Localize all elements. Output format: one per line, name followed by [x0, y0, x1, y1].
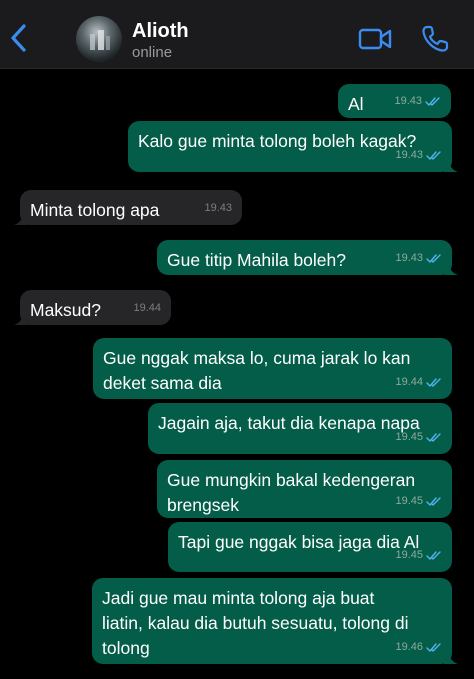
message-meta: 19.45	[395, 543, 442, 568]
message-text: Kalo gue minta tolong boleh kagak?	[138, 129, 416, 154]
message-meta: 19.44	[395, 370, 442, 395]
message-meta: 19.46	[395, 635, 442, 660]
message-time: 19.43	[395, 149, 423, 161]
outgoing-message[interactable]: Kalo gue minta tolong boleh kagak? 19.43	[128, 121, 452, 172]
message-text: Gue mungkin bakal kedengeran brengsek	[167, 468, 415, 518]
outgoing-message[interactable]: Tapi gue nggak bisa jaga dia Al 19.45	[168, 522, 452, 572]
read-receipt-icon	[426, 496, 441, 506]
message-line: deket sama dia	[103, 373, 222, 393]
message-meta: 19.45	[395, 425, 442, 450]
message-meta: 19.43	[394, 89, 441, 114]
outgoing-message[interactable]: Gue nggak maksa lo, cuma jarak lo kan dek…	[93, 338, 452, 399]
outgoing-message[interactable]: Gue mungkin bakal kedengeran brengsek 19.4…	[157, 460, 452, 518]
message-line: Gue mungkin bakal kedengeran	[167, 470, 416, 490]
chevron-left-icon[interactable]	[6, 22, 32, 54]
message-time: 19.45	[395, 495, 423, 507]
message-line: Gue titip Mahila boleh?	[167, 250, 346, 270]
bubble-tail	[14, 211, 28, 225]
read-receipt-icon	[426, 253, 441, 263]
message-meta: 19.43	[204, 196, 232, 221]
video-camera-icon[interactable]	[358, 26, 392, 52]
chat-header: Alioth online	[0, 0, 474, 69]
message-line: Tapi gue nggak bisa jaga dia Al	[178, 532, 420, 552]
message-time: 19.44	[395, 376, 423, 388]
message-line: Maksud?	[30, 300, 102, 320]
message-line: Kalo gue minta tolong boleh kagak?	[138, 131, 417, 151]
message-text: Jagain aja, takut dia kenapa napa	[158, 411, 420, 436]
bubble-tail	[444, 158, 458, 172]
message-text: Minta tolong apa	[30, 198, 159, 223]
message-meta: 19.43	[395, 246, 442, 271]
message-meta: 19.44	[133, 296, 161, 321]
message-line: tolong	[102, 638, 150, 658]
message-time: 19.43	[204, 202, 232, 214]
message-time: 19.44	[133, 302, 161, 314]
message-meta: 19.45	[395, 489, 442, 514]
message-time: 19.45	[395, 549, 423, 561]
incoming-message[interactable]: Maksud? 19.44	[20, 290, 171, 325]
read-receipt-icon	[426, 550, 441, 560]
read-receipt-icon	[426, 432, 441, 442]
outgoing-message[interactable]: Gue titip Mahila boleh? 19.43	[157, 240, 452, 275]
message-line: Jagain aja, takut dia kenapa napa	[158, 413, 420, 433]
message-line: Minta tolong apa	[30, 200, 160, 220]
contact-name[interactable]: Alioth	[132, 20, 189, 43]
bubble-tail	[444, 650, 458, 664]
incoming-message[interactable]: Minta tolong apa 19.43	[20, 190, 242, 225]
outgoing-message[interactable]: Jagain aja, takut dia kenapa napa 19.45	[148, 403, 452, 454]
message-time: 19.43	[394, 95, 422, 107]
contact-status: online	[132, 44, 173, 61]
message-text: Maksud?	[30, 298, 101, 323]
read-receipt-icon	[426, 377, 441, 387]
message-line: Jadi gue mau minta tolong aja buat	[102, 588, 375, 608]
outgoing-message[interactable]: Al 19.43	[338, 84, 451, 118]
read-receipt-icon	[426, 150, 441, 160]
avatar-photo	[90, 30, 110, 50]
message-meta: 19.43	[395, 143, 442, 168]
read-receipt-icon	[425, 96, 440, 106]
message-text: Gue titip Mahila boleh?	[167, 248, 346, 273]
bubble-tail	[14, 311, 28, 325]
message-line: liatin, kalau dia butuh sesuatu, tolong …	[102, 613, 409, 633]
read-receipt-icon	[426, 642, 441, 652]
message-text: Jadi gue mau minta tolong aja buat liatin…	[102, 586, 408, 661]
bubble-tail	[444, 261, 458, 275]
message-time: 19.45	[395, 431, 423, 443]
outgoing-message[interactable]: Jadi gue mau minta tolong aja buat liatin…	[92, 578, 452, 664]
phone-icon[interactable]	[420, 24, 450, 54]
message-line: brengsek	[167, 495, 239, 515]
message-line: Al	[348, 94, 364, 114]
message-text: Gue nggak maksa lo, cuma jarak lo kan dek…	[103, 346, 410, 396]
message-text: Tapi gue nggak bisa jaga dia Al	[178, 530, 419, 555]
message-time: 19.43	[395, 252, 423, 264]
avatar[interactable]	[76, 16, 122, 62]
message-line: Gue nggak maksa lo, cuma jarak lo kan	[103, 348, 411, 368]
message-time: 19.46	[395, 641, 423, 653]
message-text: Al	[348, 92, 364, 117]
